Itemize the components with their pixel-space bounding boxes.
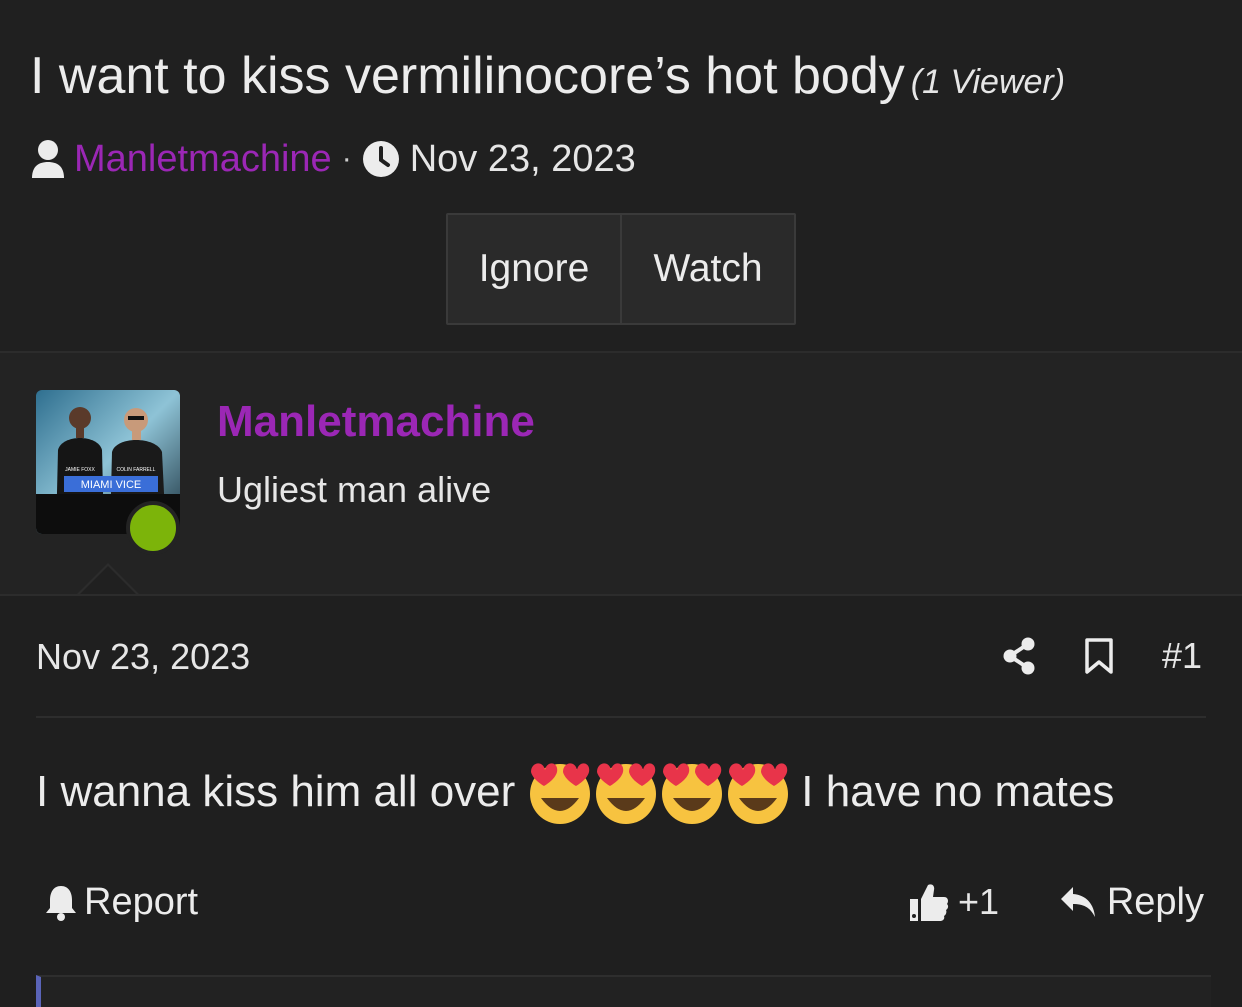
reply-label: Reply xyxy=(1106,880,1204,923)
like-count: +1 xyxy=(958,881,1000,922)
report-button[interactable]: Report xyxy=(44,876,198,928)
bookmark-icon[interactable] xyxy=(1084,637,1114,675)
post-text-after: I have no mates xyxy=(801,767,1115,816)
thread-title: I want to kiss vermilinocore’s hot body(… xyxy=(30,46,1065,106)
reply-arrow-icon xyxy=(1059,885,1097,919)
share-icon[interactable] xyxy=(1002,637,1036,675)
bell-icon xyxy=(44,883,78,921)
viewer-count[interactable]: (1 Viewer) xyxy=(911,63,1065,101)
thread-title-text: I want to kiss vermilinocore’s hot body xyxy=(30,47,905,105)
online-status-indicator xyxy=(126,501,180,555)
post-separator xyxy=(36,716,1206,718)
post-number-link[interactable]: #1 xyxy=(1162,635,1202,677)
post-date[interactable]: Nov 23, 2023 xyxy=(36,636,250,678)
emoji-group xyxy=(527,758,791,826)
user-icon xyxy=(30,139,66,179)
watch-button[interactable]: Watch xyxy=(622,215,794,323)
avatar-caption: MIAMI VICE xyxy=(81,479,142,491)
heart-eyes-emoji xyxy=(530,763,591,824)
report-label: Report xyxy=(84,880,199,923)
clock-icon xyxy=(362,140,400,178)
ignore-button[interactable]: Ignore xyxy=(448,215,622,323)
post-user-block: MIAMI VICE JAMIE FOXX COLIN FARRELL Manl… xyxy=(0,353,1242,595)
heart-eyes-emoji xyxy=(596,763,657,824)
thumbs-up-icon xyxy=(908,881,950,923)
reply-button[interactable]: Reply xyxy=(1059,876,1204,928)
thread-date[interactable]: Nov 23, 2023 xyxy=(410,138,636,181)
divider xyxy=(0,594,1242,596)
heart-eyes-emoji xyxy=(662,763,723,824)
post-message: I wanna kiss him all over I have no mate… xyxy=(36,752,1114,832)
thread-header: I want to kiss vermilinocore’s hot body(… xyxy=(0,0,1242,352)
like-button[interactable]: +1 xyxy=(908,876,999,928)
user-title: Ugliest man alive xyxy=(217,469,492,510)
avatar-name-left: JAMIE FOXX xyxy=(65,467,95,473)
thread-meta: Manletmachine · Nov 23, 2023 xyxy=(30,136,636,182)
post-text-before: I wanna kiss him all over xyxy=(36,767,516,816)
avatar-name-right: COLIN FARRELL xyxy=(117,467,156,473)
post-username[interactable]: Manletmachine xyxy=(217,397,535,447)
heart-eyes-emoji xyxy=(728,763,789,824)
thread-action-buttons: Ignore Watch xyxy=(446,213,796,325)
post-tools: #1 xyxy=(1002,634,1202,678)
quick-reply-box[interactable] xyxy=(36,975,1211,1007)
message-arrow-inner xyxy=(78,566,138,596)
page: I want to kiss vermilinocore’s hot body(… xyxy=(0,0,1242,1007)
post-actions: Report +1 Reply xyxy=(44,876,1204,928)
thread-author-link[interactable]: Manletmachine xyxy=(74,138,332,181)
meta-separator: · xyxy=(341,142,352,175)
